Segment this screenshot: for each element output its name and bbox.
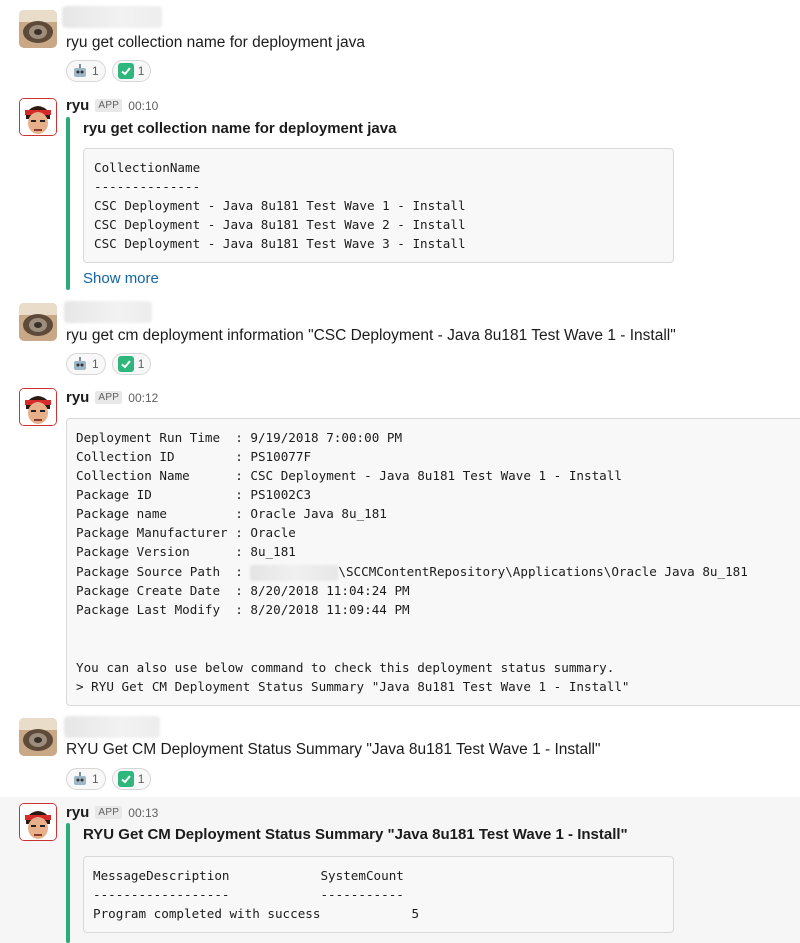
ryu-avatar[interactable] [19,388,57,426]
hint-line: You can also use below command to check … [76,660,615,675]
message-text: ryu get cm deployment information "CSC D… [66,327,676,344]
code-line: Package ID : PS1002C3 [76,487,312,502]
app-badge: APP [95,806,123,819]
ryu-avatar[interactable] [19,803,57,841]
code-line: Collection Name : CSC Deployment - Java … [76,468,622,483]
app-badge: APP [95,391,123,404]
bot-message-1: ryu APP 00:10 ryu get collection name fo… [0,90,800,295]
robot-face-icon [72,63,88,79]
bot-name[interactable]: ryu [66,389,89,406]
user-avatar[interactable] [19,303,57,341]
app-badge: APP [95,99,123,112]
bot-name[interactable]: ryu [66,97,89,114]
bot-message-3: ryu APP 00:13 RYU Get CM Deployment Stat… [0,797,800,943]
code-line: CSC Deployment - Java 8u181 Test Wave 1 … [94,198,466,213]
user-avatar[interactable] [19,10,57,48]
command-line: > RYU Get CM Deployment Status Summary "… [76,679,630,694]
code-line: Package Manufacturer : Oracle [76,525,296,540]
code-line: Collection ID : PS10077F [76,449,312,464]
blurred-username [64,301,152,323]
code-line: Deployment Run Time : 9/19/2018 7:00:00 … [76,430,403,445]
blurred-server-path [250,564,339,581]
code-line: CollectionName [94,160,201,175]
message-text: RYU Get CM Deployment Status Summary "Ja… [66,741,601,758]
bot-message-2: ryu APP 00:12 Deployment Run Time : 9/19… [0,380,800,710]
message-text: ryu get collection name for deployment j… [66,34,365,51]
source-path-label: Package Source Path : [76,564,251,579]
reactions: 1 1 [66,60,152,82]
code-line: CSC Deployment - Java 8u181 Test Wave 3 … [94,236,466,251]
reactions: 1 1 [66,353,152,375]
reaction-count: 1 [137,772,145,786]
source-path-value: \SCCMContentRepository\Applications\Orac… [338,564,748,579]
code-line: Package Version : 8u_181 [76,544,296,559]
code-line: Package name : Oracle Java 8u_181 [76,506,387,521]
attachment-title: RYU Get CM Deployment Status Summary "Ja… [83,826,628,843]
reactions: 1 1 [66,768,152,790]
ryu-avatar[interactable] [19,98,57,136]
attachment-bar [66,823,70,943]
code-block: MessageDescription SystemCount ---------… [83,856,674,933]
code-line: ------------------ ----------- [93,887,404,902]
timestamp[interactable]: 00:10 [128,99,158,113]
robot-face-icon [72,771,88,787]
code-line: Program completed with success 5 [93,906,420,921]
user-message-3: RYU Get CM Deployment Status Summary "Ja… [0,710,800,800]
bot-header: ryu APP 00:13 [66,804,158,821]
reaction-count: 1 [92,772,99,786]
bot-header: ryu APP 00:10 [66,97,158,114]
robot-face-icon [72,356,88,372]
code-line: Package Last Modify : 8/20/2018 11:09:44… [76,602,410,617]
blurred-username [62,6,162,28]
attachment-title: ryu get collection name for deployment j… [83,120,397,137]
reaction-check[interactable]: 1 [111,768,152,790]
reaction-check[interactable]: 1 [111,60,152,82]
code-block: CollectionName -------------- CSC Deploy… [83,148,674,263]
code-line: -------------- [94,179,201,194]
reaction-count: 1 [92,64,99,78]
reaction-count: 1 [137,357,145,371]
reaction-count: 1 [92,357,99,371]
check-mark-icon [117,771,134,787]
reaction-check[interactable]: 1 [111,353,152,375]
user-avatar[interactable] [19,718,57,756]
code-line-source-path: Package Source Path : \SCCMContentReposi… [76,562,748,581]
reaction-count: 1 [137,64,145,78]
reaction-robot[interactable]: 1 [66,60,106,82]
user-message-2: ryu get cm deployment information "CSC D… [0,295,800,380]
code-block: Deployment Run Time : 9/19/2018 7:00:00 … [66,418,800,706]
bot-name[interactable]: ryu [66,804,89,821]
code-line: Package Create Date : 8/20/2018 11:04:24… [76,583,410,598]
reaction-robot[interactable]: 1 [66,353,106,375]
code-line: CSC Deployment - Java 8u181 Test Wave 2 … [94,217,466,232]
check-mark-icon [117,356,134,372]
check-mark-icon [117,63,134,79]
timestamp[interactable]: 00:13 [128,806,158,820]
user-message-1: ryu get collection name for deployment j… [0,0,800,90]
bot-header: ryu APP 00:12 [66,389,158,406]
code-line: MessageDescription SystemCount [93,868,404,883]
timestamp[interactable]: 00:12 [128,391,158,405]
show-more-link[interactable]: Show more [83,270,159,287]
reaction-robot[interactable]: 1 [66,768,106,790]
blurred-username [64,716,160,738]
attachment-bar [66,117,70,290]
